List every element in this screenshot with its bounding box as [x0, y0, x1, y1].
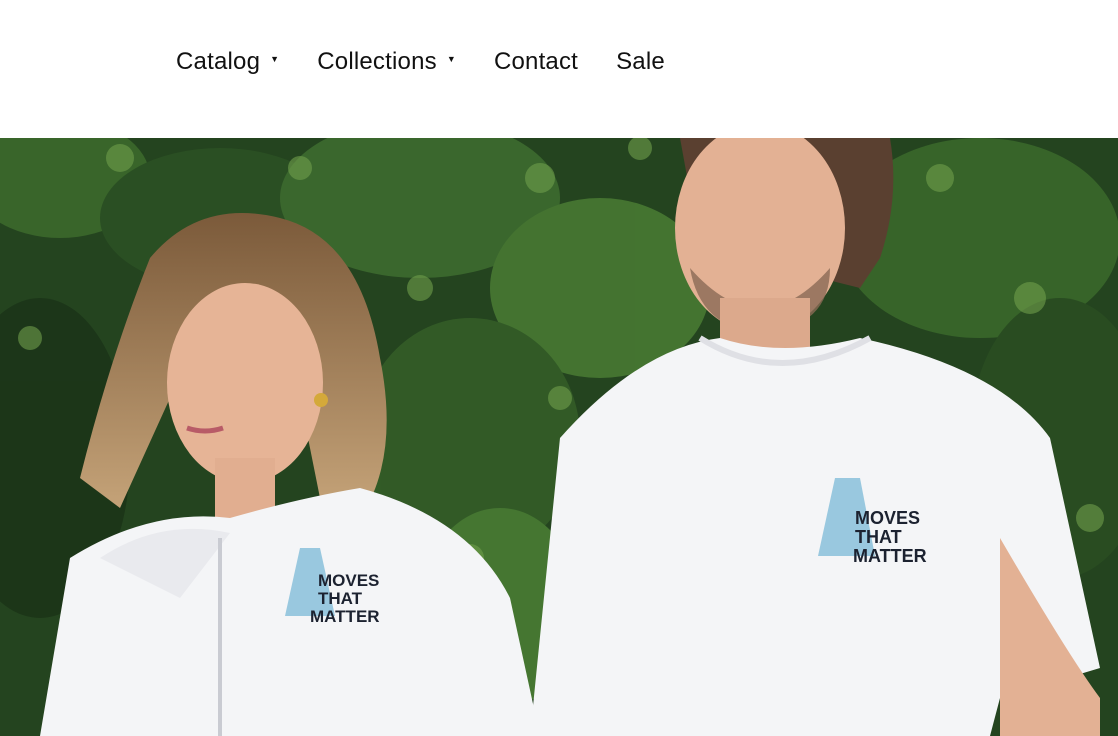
nav-item-label: Catalog: [176, 48, 261, 75]
nav-item-catalog[interactable]: Catalog ▼: [176, 48, 279, 76]
nav-item-label: Contact: [493, 48, 579, 75]
print-line-3: MATTER: [853, 546, 927, 566]
nav-item-sale[interactable]: Sale: [616, 48, 665, 76]
nav-item-label: Collections: [317, 48, 437, 75]
print-line-3: MATTER: [310, 607, 380, 626]
print-line-1: MOVES: [855, 508, 920, 528]
hero-image: MOVES THAT MATTER MOVES THAT MATTER: [0, 138, 1118, 736]
print-line-1: MOVES: [318, 571, 379, 590]
nav-item-contact[interactable]: Contact: [494, 48, 578, 76]
print-line-2: THAT: [318, 589, 363, 608]
nav-item-label: Sale: [616, 48, 665, 75]
print-line-2: THAT: [855, 527, 902, 547]
chevron-down-icon: ▼: [446, 54, 456, 64]
hero-banner: MOVES THAT MATTER MOVES THAT MATTER: [0, 138, 1118, 736]
nav-item-collections[interactable]: Collections ▼: [317, 48, 456, 76]
site-header: Catalog ▼ Collections ▼ Contact Sale: [0, 0, 1118, 138]
chevron-down-icon: ▼: [270, 54, 280, 64]
main-nav: Catalog ▼ Collections ▼ Contact Sale: [176, 48, 703, 76]
